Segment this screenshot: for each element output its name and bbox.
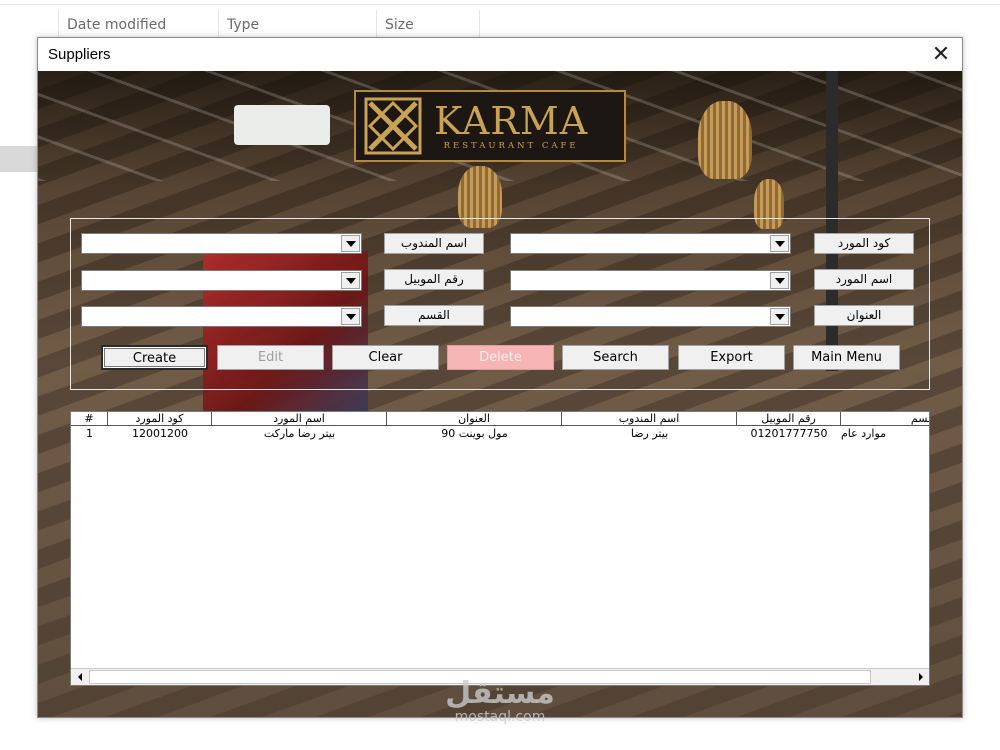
- rep-name-combo[interactable]: [81, 233, 362, 254]
- mostaql-watermark: مستقل mostaql.com: [440, 676, 560, 725]
- supplier-code-combo[interactable]: [510, 233, 791, 254]
- chevron-down-icon[interactable]: [341, 272, 360, 289]
- header-department: القسم: [841, 412, 929, 426]
- column-date-modified[interactable]: Date modified: [58, 10, 218, 38]
- address-label: العنوان: [814, 305, 914, 326]
- scroll-left-icon[interactable]: [71, 669, 88, 685]
- cell-address: مول بوينت 90: [441, 427, 508, 440]
- karma-emblem-icon: [356, 92, 430, 160]
- column-size[interactable]: Size: [376, 10, 480, 38]
- header-supplier-code: كود المورد: [108, 412, 212, 426]
- logo-subtitle: RESTAURANT CAFE: [443, 141, 579, 151]
- chevron-down-icon[interactable]: [341, 308, 360, 325]
- cell-supplier-code: 12001200: [132, 427, 188, 440]
- watermark-english: mostaql.com: [454, 709, 546, 725]
- suppliers-listbox[interactable]: # كود المورد اسم المورد العنوان اسم المن…: [70, 411, 930, 686]
- department-label: القسم: [384, 305, 484, 326]
- close-icon[interactable]: ✕: [928, 42, 954, 68]
- table-row[interactable]: 1 12001200 بيتر رضا ماركت مول بوينت 90 ب…: [71, 427, 929, 441]
- cell-department: موارد عام: [841, 427, 887, 440]
- cell-mobile: 01201777750: [750, 427, 828, 440]
- chevron-down-icon[interactable]: [341, 235, 360, 252]
- create-button[interactable]: Create: [101, 345, 208, 370]
- cell-index: 1: [86, 427, 93, 440]
- form-client-area: KARMA RESTAURANT CAFE اسم المندوب كود ال…: [38, 71, 962, 717]
- main-menu-button[interactable]: Main Menu: [793, 345, 900, 370]
- chevron-down-icon[interactable]: [770, 235, 789, 252]
- export-button[interactable]: Export: [678, 345, 785, 370]
- column-type[interactable]: Type: [218, 10, 376, 38]
- background-ac-unit: [234, 105, 330, 145]
- dialog-title: Suppliers: [48, 46, 111, 63]
- cell-supplier-name: بيتر رضا ماركت: [263, 427, 336, 440]
- header-rep-name: اسم المندوب: [562, 412, 737, 426]
- background-lamp: [698, 101, 752, 179]
- clear-button[interactable]: Clear: [332, 345, 439, 370]
- suppliers-dialog: Suppliers ✕ KARMA RESTAURANT CAFE اسم ال…: [37, 37, 963, 718]
- header-index: #: [71, 412, 108, 426]
- edit-button[interactable]: Edit: [217, 345, 324, 370]
- list-header: # كود المورد اسم المورد العنوان اسم المن…: [71, 412, 929, 426]
- logo-name: KARMA: [434, 99, 589, 143]
- header-supplier-name: اسم المورد: [212, 412, 387, 426]
- header-address: العنوان: [387, 412, 562, 426]
- mobile-label: رقم الموبيل: [384, 269, 484, 290]
- title-bar[interactable]: Suppliers ✕: [38, 38, 962, 71]
- header-mobile: رقم الموبيل: [737, 412, 841, 426]
- supplier-name-combo[interactable]: [510, 270, 791, 291]
- delete-button[interactable]: Delete: [447, 345, 554, 370]
- explorer-column-headers: Date modified Type Size: [58, 10, 480, 38]
- karma-logo: KARMA RESTAURANT CAFE: [354, 90, 626, 162]
- cell-rep-name: بيتر رضا: [630, 427, 669, 440]
- supplier-name-label: اسم المورد: [814, 269, 914, 290]
- chevron-down-icon[interactable]: [770, 272, 789, 289]
- search-button[interactable]: Search: [562, 345, 669, 370]
- department-combo[interactable]: [81, 306, 362, 327]
- supplier-code-label: كود المورد: [814, 233, 914, 254]
- address-combo[interactable]: [510, 306, 791, 327]
- explorer-selected-row: [0, 146, 38, 172]
- rep-name-label: اسم المندوب: [384, 233, 484, 254]
- mobile-combo[interactable]: [81, 270, 362, 291]
- scroll-right-icon[interactable]: [912, 669, 929, 685]
- explorer-divider: [0, 4, 1000, 5]
- watermark-arabic: مستقل: [445, 676, 555, 711]
- chevron-down-icon[interactable]: [770, 308, 789, 325]
- logo-text: KARMA RESTAURANT CAFE: [434, 101, 588, 151]
